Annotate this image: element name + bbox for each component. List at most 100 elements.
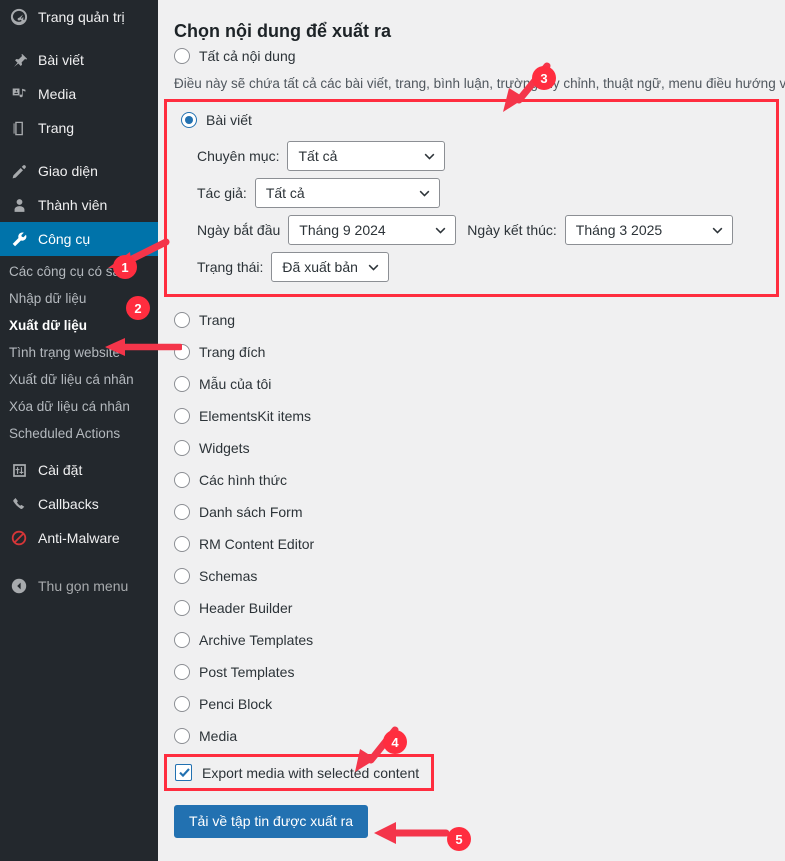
menu-separator xyxy=(0,145,158,154)
date-range-row: Ngày bắt đầu Tháng 9 2024 Ngày kết thúc:… xyxy=(197,215,766,245)
appearance-brush-icon xyxy=(9,161,29,181)
status-value: Đã xuất bản xyxy=(282,259,358,275)
start-date-value: Tháng 9 2024 xyxy=(299,222,386,238)
all-content-option[interactable]: Tất cả nội dung xyxy=(174,42,785,70)
list-item-label: Trang đích xyxy=(199,344,266,360)
list-item[interactable]: Trang đích xyxy=(174,336,785,368)
radio-my-templates[interactable] xyxy=(174,376,190,392)
end-date-label: Ngày kết thúc: xyxy=(467,222,557,238)
checkbox-checked-icon[interactable] xyxy=(175,764,192,781)
radio-post-templates[interactable] xyxy=(174,664,190,680)
sidebar-item-media[interactable]: Media xyxy=(0,77,158,111)
posts-label: Bài viết xyxy=(206,112,252,128)
status-select[interactable]: Đã xuất bản xyxy=(271,252,389,282)
sidebar-item-appearance[interactable]: Giao diện xyxy=(0,154,158,188)
list-item[interactable]: Penci Block xyxy=(174,688,785,720)
sidebar-item-callbacks[interactable]: Callbacks xyxy=(0,487,158,521)
authors-select[interactable]: Tất cả xyxy=(254,178,440,208)
settings-sliders-icon xyxy=(9,460,29,480)
radio-media[interactable] xyxy=(174,728,190,744)
list-item[interactable]: ElementsKit items xyxy=(174,400,785,432)
categories-value: Tất cả xyxy=(298,148,338,164)
wrench-icon xyxy=(9,229,29,249)
download-button[interactable]: Tải về tập tin được xuất ra xyxy=(174,805,369,838)
categories-select[interactable]: Tất cả xyxy=(287,141,446,171)
sidebar-item-label: Callbacks xyxy=(38,496,99,512)
page-title: Chọn nội dung để xuất ra xyxy=(174,21,391,41)
radio-archive-templates[interactable] xyxy=(174,632,190,648)
sidebar-item-settings[interactable]: Cài đặt xyxy=(0,453,158,487)
list-item[interactable]: RM Content Editor xyxy=(174,528,785,560)
list-item-label: Widgets xyxy=(199,440,250,456)
list-item-label: Danh sách Form xyxy=(199,504,303,520)
sidebar-item-label: Anti-Malware xyxy=(38,530,120,546)
sidebar-item-users[interactable]: Thành viên xyxy=(0,188,158,222)
menu-separator xyxy=(0,34,158,43)
sidebar-item-pages[interactable]: Trang xyxy=(0,111,158,145)
authors-field-row: Tác giả: Tất cả xyxy=(197,178,766,208)
users-icon xyxy=(9,195,29,215)
radio-elementskit-items[interactable] xyxy=(174,408,190,424)
radio-schemas[interactable] xyxy=(174,568,190,584)
sidebar-item-posts[interactable]: Bài viết xyxy=(0,43,158,77)
list-item[interactable]: Schemas xyxy=(174,560,785,592)
sidebar-subitem-erase-personal-data[interactable]: Xóa dữ liệu cá nhân xyxy=(0,393,158,420)
status-label: Trạng thái: xyxy=(197,259,264,275)
posts-option[interactable]: Bài viết xyxy=(181,110,766,134)
radio-rm-content-editor[interactable] xyxy=(174,536,190,552)
list-item[interactable]: Mẫu của tôi xyxy=(174,368,785,400)
pin-icon xyxy=(9,50,29,70)
media-icon xyxy=(9,84,29,104)
dashboard-icon xyxy=(9,7,29,27)
chevron-down-icon xyxy=(425,153,435,160)
radio-forms[interactable] xyxy=(174,472,190,488)
radio-widgets[interactable] xyxy=(174,440,190,456)
sidebar-subitem-export-personal-data[interactable]: Xuất dữ liệu cá nhân xyxy=(0,366,158,393)
sidebar-item-anti-malware[interactable]: Anti-Malware xyxy=(0,521,158,555)
chevron-down-icon xyxy=(435,227,446,234)
list-item-label: Penci Block xyxy=(199,696,273,712)
collapse-menu-label: Thu gọn menu xyxy=(38,578,129,594)
all-content-description: Điều này sẽ chứa tất cả các bài viết, tr… xyxy=(174,76,785,91)
categories-label: Chuyên mục: xyxy=(197,148,280,164)
annotation-badge-3: 3 xyxy=(532,66,556,90)
sidebar-item-label: Giao diện xyxy=(38,163,98,179)
list-item-label: Mẫu của tôi xyxy=(199,376,272,392)
sidebar-item-label: Bài viết xyxy=(38,52,84,68)
list-item[interactable]: Các hình thức xyxy=(174,464,785,496)
authors-label: Tác giả: xyxy=(197,185,247,201)
annotation-badge-2: 2 xyxy=(126,296,150,320)
sidebar-item-dashboard[interactable]: Trang quản trị xyxy=(0,0,158,34)
list-item-label: Media xyxy=(199,728,238,744)
radio-all-content[interactable] xyxy=(174,48,190,64)
list-item[interactable]: Widgets xyxy=(174,432,785,464)
categories-field-row: Chuyên mục: Tất cả xyxy=(197,141,766,171)
start-date-select[interactable]: Tháng 9 2024 xyxy=(288,215,457,245)
radio-form-list[interactable] xyxy=(174,504,190,520)
list-item[interactable]: Header Builder xyxy=(174,592,785,624)
list-item-label: Các hình thức xyxy=(199,472,287,488)
status-field-row: Trạng thái: Đã xuất bản xyxy=(197,252,766,282)
sidebar-item-label: Media xyxy=(38,86,77,102)
chevron-down-icon xyxy=(368,264,379,271)
sidebar-subitem-scheduled-actions[interactable]: Scheduled Actions xyxy=(0,420,158,447)
annotation-badge-1: 1 xyxy=(113,255,137,279)
radio-pages[interactable] xyxy=(174,312,190,328)
list-item[interactable]: Trang xyxy=(174,304,785,336)
list-item[interactable]: Archive Templates xyxy=(174,624,785,656)
radio-penci-block[interactable] xyxy=(174,696,190,712)
authors-value: Tất cả xyxy=(265,185,305,201)
sidebar-item-label: Công cụ xyxy=(38,231,91,247)
annotation-arrow-5 xyxy=(374,822,450,844)
radio-header-builder[interactable] xyxy=(174,600,190,616)
collapse-menu-button[interactable]: Thu gọn menu xyxy=(0,569,158,603)
end-date-value: Tháng 3 2025 xyxy=(575,222,663,238)
end-date-select[interactable]: Tháng 3 2025 xyxy=(564,215,733,245)
radio-posts[interactable] xyxy=(181,112,197,128)
list-item-label: RM Content Editor xyxy=(199,536,315,552)
list-item[interactable]: Danh sách Form xyxy=(174,496,785,528)
list-item[interactable]: Media xyxy=(174,720,785,752)
chevron-down-icon xyxy=(419,190,430,197)
list-item[interactable]: Post Templates xyxy=(174,656,785,688)
list-item-label: Post Templates xyxy=(199,664,295,680)
